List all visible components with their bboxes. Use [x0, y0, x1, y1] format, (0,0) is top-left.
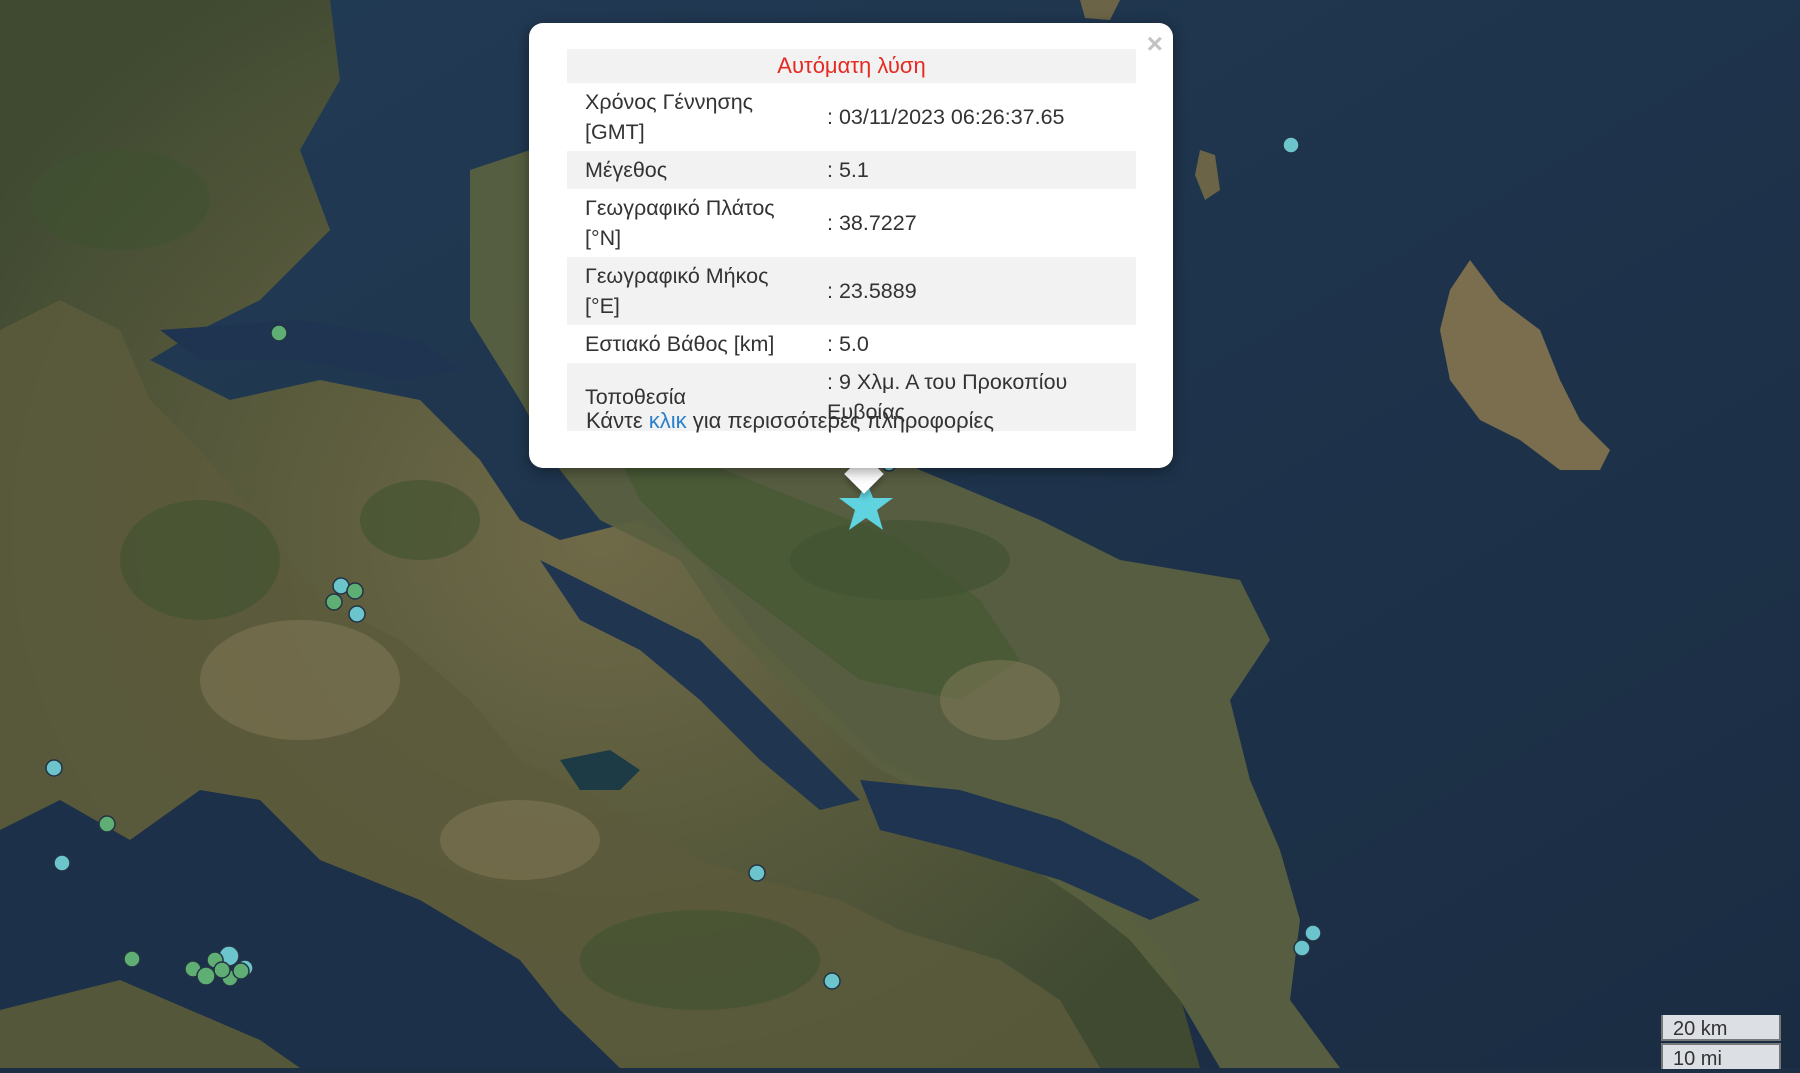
map-marker: [1304, 924, 1322, 942]
map-marker: [213, 961, 231, 979]
popup-title: Αυτόματη λύση: [567, 49, 1136, 83]
table-row: Μέγεθος : 5.1: [567, 151, 1136, 189]
map-marker: [270, 324, 288, 342]
more-suffix: για περισσότερες πληροφορίες: [692, 408, 994, 433]
map-marker: [748, 864, 766, 882]
close-icon[interactable]: ×: [1147, 27, 1163, 61]
map-marker: [348, 605, 366, 623]
more-info-line: Κάντε κλικ για περισσότερες πληροφορίες: [586, 408, 994, 434]
map-marker: [823, 972, 841, 990]
row-value: : 5.1: [827, 158, 869, 182]
map-marker: [1293, 939, 1311, 957]
scale-km: 20 km: [1661, 1015, 1781, 1041]
table-row: Γεωγραφικό Μήκος [°E] : 23.5889: [567, 257, 1136, 325]
row-value: : 03/11/2023 06:26:37.65: [827, 105, 1065, 129]
table-row: Χρόνος Γέννησης [GMT] : 03/11/2023 06:26…: [567, 83, 1136, 151]
map-marker: [325, 593, 343, 611]
map-marker: [98, 815, 116, 833]
row-label: Μέγεθος: [585, 158, 668, 182]
map-marker: [232, 962, 250, 980]
row-value: : 23.5889: [827, 279, 917, 303]
more-info-link[interactable]: κλικ: [649, 408, 687, 433]
row-label: Χρόνος Γέννησης [GMT]: [585, 90, 754, 144]
map-marker: [196, 966, 216, 986]
row-label: Γεωγραφικό Πλάτος [°N]: [585, 196, 775, 250]
map-marker: [346, 582, 364, 600]
row-label: Γεωγραφικό Μήκος [°E]: [585, 264, 769, 318]
row-label: Εστιακό Βάθος [km]: [585, 332, 775, 356]
map-marker: [53, 854, 71, 872]
table-row: Εστιακό Βάθος [km] : 5.0: [567, 325, 1136, 363]
earthquake-popup: × Αυτόματη λύση Χρόνος Γέννησης [GMT] : …: [529, 23, 1173, 468]
row-value: : 5.0: [827, 332, 869, 356]
more-prefix: Κάντε: [586, 408, 643, 433]
row-value: : 38.7227: [827, 211, 917, 235]
info-table: Χρόνος Γέννησης [GMT] : 03/11/2023 06:26…: [567, 83, 1136, 431]
map-marker: [123, 950, 141, 968]
table-row: Γεωγραφικό Πλάτος [°N] : 38.7227: [567, 189, 1136, 257]
map-marker: [1282, 136, 1300, 154]
scale-mi: 10 mi: [1661, 1043, 1781, 1070]
map-marker: [45, 759, 63, 777]
